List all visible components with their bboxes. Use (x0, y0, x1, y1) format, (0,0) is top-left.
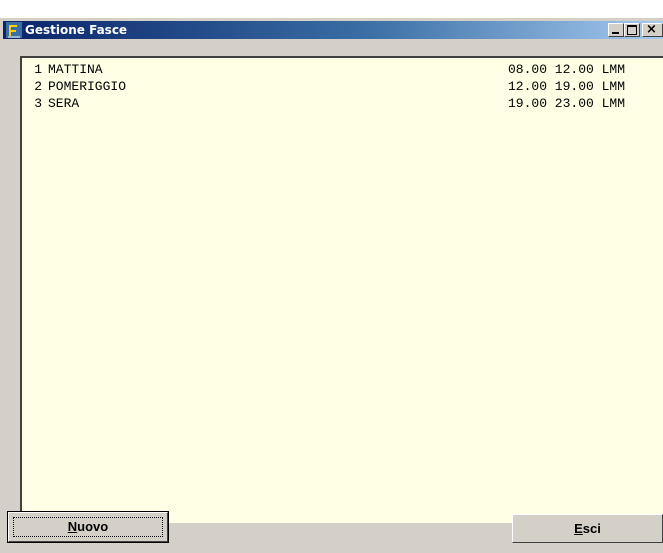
list-item[interactable]: 1 MATTINA 08.00 12.00 LMM (22, 62, 663, 78)
row-times: 12.00 19.00 LMM (508, 79, 626, 94)
row-times: 08.00 12.00 LMM (508, 62, 626, 77)
nuovo-button-label: Nuovo (9, 519, 167, 535)
row-number: 3 (34, 96, 42, 111)
title-bar[interactable]: Gestione Fasce × (3, 21, 663, 39)
row-times: 19.00 23.00 LMM (508, 96, 626, 111)
nuovo-accel: N (67, 519, 78, 534)
window-title: Gestione Fasce (25, 23, 128, 37)
list-item[interactable]: 2 POMERIGGIO 12.00 19.00 LMM (22, 79, 663, 95)
fasce-list[interactable]: 1 MATTINA 08.00 12.00 LMM 2 POMERIGGIO 1… (20, 56, 663, 523)
row-number: 2 (34, 79, 42, 94)
maximize-icon[interactable] (624, 23, 640, 37)
esci-accel: E (574, 521, 583, 536)
nuovo-label-rest: uovo (77, 519, 109, 534)
app-icon (6, 22, 22, 38)
minimize-icon[interactable] (608, 23, 624, 37)
row-name: MATTINA (48, 62, 103, 77)
row-name: SERA (48, 96, 80, 111)
close-icon[interactable]: × (642, 22, 663, 37)
esci-button-label: Esci (513, 521, 662, 537)
esci-label-rest: sci (582, 521, 601, 536)
gestione-fasce-window: Gestione Fasce × 1 MATTINA 08.00 12.00 L… (0, 18, 663, 553)
list-item[interactable]: 3 SERA 19.00 23.00 LMM (22, 96, 663, 112)
row-name: POMERIGGIO (48, 79, 127, 94)
nuovo-button[interactable]: Nuovo (7, 511, 169, 543)
esci-button[interactable]: Esci (512, 514, 663, 543)
row-number: 1 (34, 62, 42, 77)
